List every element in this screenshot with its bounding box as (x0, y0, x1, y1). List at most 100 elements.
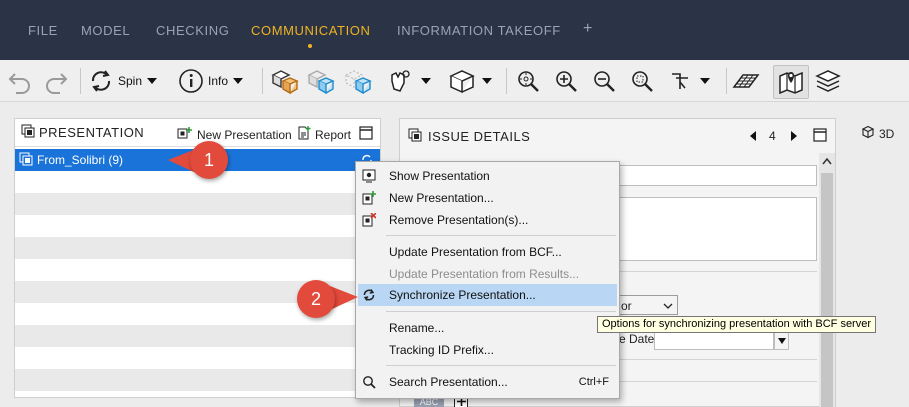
menu-communication[interactable]: COMMUNICATION (251, 23, 371, 38)
presentation-icon (21, 124, 35, 141)
issue-details-icon (408, 128, 422, 145)
callout-1: 1 (190, 141, 228, 179)
list-item[interactable] (15, 215, 380, 237)
presentation-list: From_Solibri (9) (15, 149, 380, 391)
issue-details-scrollbar[interactable] (819, 153, 835, 407)
menu-item-label: Rename... (389, 321, 445, 335)
status-dropdown-value: or (621, 299, 632, 313)
info-icon (178, 68, 204, 94)
list-item[interactable] (15, 347, 380, 369)
issue-details-title: ISSUE DETAILS (428, 128, 531, 144)
issue-title-field[interactable] (618, 165, 817, 186)
menu-item-update-from-results: Update Presentation from Results... (356, 263, 619, 285)
next-issue-icon[interactable] (790, 130, 798, 145)
map-toggle-button[interactable] (773, 65, 809, 99)
list-item[interactable] (15, 193, 380, 215)
menu-item-show-presentation[interactable]: Show Presentation (356, 165, 619, 187)
chevron-down-icon (699, 77, 711, 85)
select-tool-button[interactable] (386, 64, 432, 98)
new-presentation-label: New Presentation (197, 127, 292, 142)
chevron-down-icon (232, 77, 244, 85)
add-tab-button[interactable]: + (583, 20, 593, 38)
report-icon (297, 126, 311, 143)
menu-item-label: New Presentation... (389, 191, 494, 205)
plane-icon[interactable] (731, 64, 761, 98)
top-menu-bar: FILE MODEL CHECKING COMMUNICATION INFORM… (0, 0, 909, 60)
list-item[interactable] (15, 369, 380, 391)
menu-item-tracking-id-prefix[interactable]: Tracking ID Prefix... (356, 339, 619, 361)
info-button[interactable]: Info (178, 64, 244, 98)
tooltip: Options for synchronizing presentation w… (597, 316, 877, 333)
presentation-row-label: From_Solibri (9) (37, 153, 124, 167)
presentation-icon (19, 152, 33, 169)
map-icon (777, 68, 805, 96)
view-3d-tab[interactable]: 3D (861, 125, 894, 142)
cube-icon (861, 125, 875, 142)
chevron-down-icon (663, 300, 673, 314)
menu-item-remove-presentation[interactable]: Remove Presentation(s)... (356, 209, 619, 231)
menu-file[interactable]: FILE (28, 23, 58, 38)
list-item[interactable] (15, 325, 380, 347)
status-dropdown[interactable]: or (618, 295, 678, 315)
section-icon (667, 68, 693, 94)
report-button[interactable]: Report (297, 126, 351, 143)
menu-item-label: Synchronize Presentation... (389, 288, 536, 302)
menu-item-synchronize-presentation[interactable]: Synchronize Presentation... (358, 284, 617, 306)
menu-item-label: Remove Presentation(s)... (389, 213, 529, 227)
menu-item-new-presentation[interactable]: New Presentation... (356, 187, 619, 209)
spin-label: Spin (118, 74, 143, 88)
menu-item-label: Show Presentation (389, 169, 490, 183)
menu-information-takeoff[interactable]: INFORMATION TAKEOFF (397, 23, 561, 38)
due-date-field[interactable] (654, 331, 774, 350)
sync-icon (362, 288, 376, 302)
undo-icon[interactable] (6, 64, 34, 98)
layers-icon[interactable] (813, 64, 843, 98)
menu-model[interactable]: MODEL (81, 23, 130, 38)
zoom-fit-icon[interactable] (515, 64, 541, 98)
toolbar: Spin Info (0, 60, 909, 102)
view-3d-label: 3D (879, 126, 895, 141)
spin-button[interactable]: Spin (88, 64, 158, 98)
menu-item-update-from-bcf[interactable]: Update Presentation from BCF... (356, 241, 619, 263)
redo-icon[interactable] (42, 64, 70, 98)
callout-2: 2 (297, 280, 335, 318)
report-label: Report (315, 127, 352, 142)
due-date-label: e Date (619, 332, 655, 346)
chevron-down-icon (146, 77, 158, 85)
view-cube-button[interactable] (447, 64, 493, 98)
presentation-panel-title: PRESENTATION (39, 125, 145, 140)
menu-item-shortcut: Ctrl+F (578, 376, 609, 388)
new-presentation-icon (362, 191, 376, 205)
issue-description-field[interactable] (618, 197, 817, 261)
menu-item-label: Update Presentation from Results... (389, 267, 580, 281)
section-button[interactable] (667, 64, 711, 98)
zoom-out-icon[interactable] (591, 64, 617, 98)
issue-details-header: ISSUE DETAILS 4 (400, 119, 835, 153)
isolate-icon[interactable] (342, 64, 374, 98)
date-picker-button[interactable] (774, 331, 789, 350)
maximize-panel-icon[interactable] (359, 126, 373, 143)
chevron-down-icon (481, 77, 493, 85)
context-menu: Show Presentation New Presentation... Re… (355, 161, 620, 399)
issue-index: 4 (769, 129, 776, 143)
remove-presentation-icon (362, 212, 377, 227)
chevron-down-icon (420, 77, 432, 85)
show-presentation-icon (362, 169, 376, 183)
zoom-in-icon[interactable] (553, 64, 579, 98)
menu-checking[interactable]: CHECKING (156, 23, 229, 38)
active-menu-indicator (308, 44, 312, 48)
zoom-box-icon[interactable] (629, 64, 655, 98)
menu-item-rename[interactable]: Rename... (356, 317, 619, 339)
list-item[interactable] (15, 237, 380, 259)
show-all-icon[interactable] (269, 64, 301, 98)
menu-item-label: Tracking ID Prefix... (389, 343, 494, 357)
select-tool-icon (386, 67, 416, 95)
maximize-panel-icon[interactable] (813, 128, 827, 145)
search-icon (362, 375, 376, 389)
previous-issue-icon[interactable] (749, 130, 757, 145)
view-cube-icon (447, 67, 477, 95)
scrollbar-thumb[interactable] (821, 173, 833, 407)
info-label: Info (208, 74, 229, 88)
hide-icon[interactable] (305, 64, 337, 98)
menu-item-search-presentation[interactable]: Search Presentation... Ctrl+F (356, 371, 619, 393)
